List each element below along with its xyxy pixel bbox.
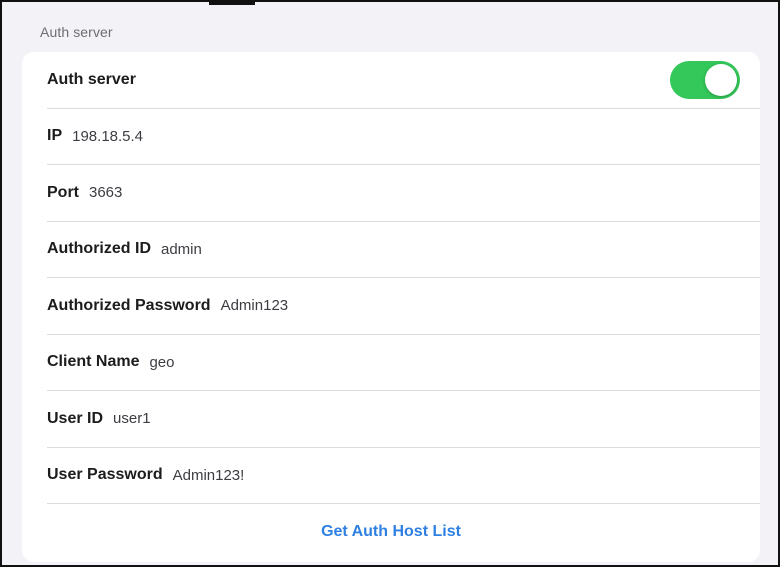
ip-value: 198.18.5.4 — [72, 127, 144, 145]
user-password-label: User Password — [47, 466, 163, 484]
ip-row[interactable]: IP 198.18.5.4 — [47, 109, 760, 165]
get-auth-host-list-row: Get Auth Host List — [22, 504, 760, 560]
toggle-knob — [705, 63, 737, 96]
client-name-label: Client Name — [47, 353, 140, 371]
port-value: 3663 — [89, 184, 123, 202]
authorized-password-label: Authorized Password — [47, 296, 211, 314]
settings-window: Auth server Auth server IP 198.18.5.4 Po… — [0, 0, 780, 567]
auth-server-toggle[interactable] — [670, 60, 740, 99]
user-id-label: User ID — [47, 409, 104, 427]
user-id-value: user1 — [113, 410, 151, 428]
port-row[interactable]: Port 3663 — [47, 165, 760, 222]
user-password-value: Admin123! — [172, 466, 245, 484]
authorized-id-value: admin — [161, 240, 202, 258]
get-auth-host-list-button[interactable]: Get Auth Host List — [321, 523, 461, 541]
authorized-password-value: Admin123 — [220, 297, 289, 315]
client-name-row[interactable]: Client Name geo — [47, 335, 760, 391]
top-edge-marker — [209, 2, 255, 5]
client-name-value: geo — [149, 353, 175, 371]
section-header: Auth server — [40, 24, 113, 40]
authorized-id-row[interactable]: Authorized ID admin — [47, 222, 760, 278]
authorized-password-row[interactable]: Authorized Password Admin123 — [47, 278, 760, 335]
auth-server-toggle-row: Auth server — [47, 52, 760, 109]
user-id-row[interactable]: User ID user1 — [47, 391, 760, 448]
ip-label: IP — [47, 127, 63, 145]
user-password-row[interactable]: User Password Admin123! — [47, 448, 760, 504]
authorized-id-label: Authorized ID — [47, 240, 151, 258]
auth-server-toggle-label: Auth server — [47, 70, 136, 88]
auth-server-card: Auth server IP 198.18.5.4 Port 3663 Auth… — [22, 52, 760, 562]
port-label: Port — [47, 183, 79, 201]
